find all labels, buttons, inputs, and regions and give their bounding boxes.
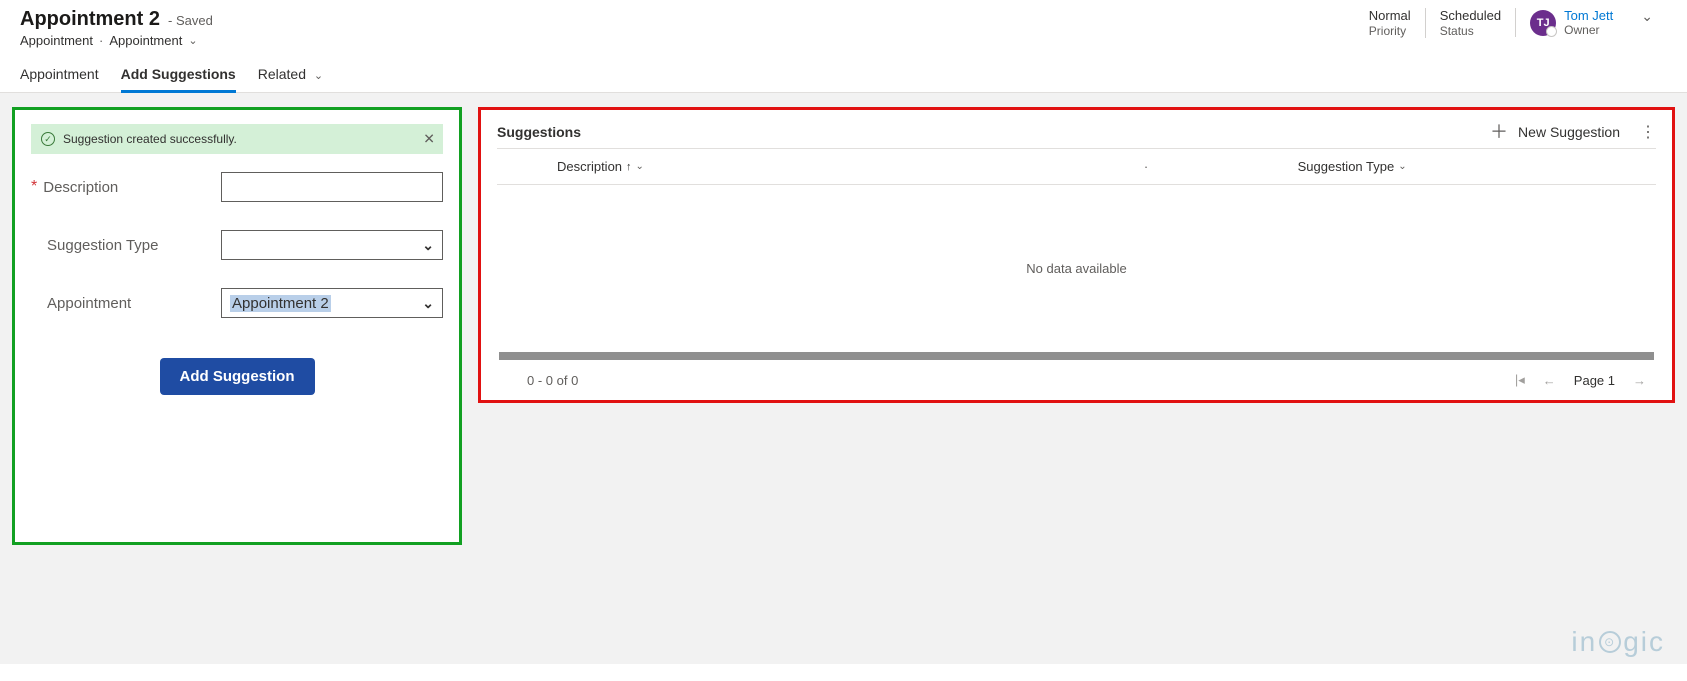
status-value: Scheduled (1440, 8, 1501, 23)
appointment-value: Appointment 2 (230, 295, 331, 312)
record-header: Appointment 2 - Saved Appointment · Appo… (0, 0, 1687, 48)
form-body: ✓ Suggestion created successfully. ✕ * D… (0, 93, 1687, 664)
success-notification: ✓ Suggestion created successfully. ✕ (31, 124, 443, 154)
column-separator: · (1134, 159, 1157, 174)
chevron-down-icon: ⌄ (422, 237, 434, 254)
col-suggestion-type-label: Suggestion Type (1298, 159, 1395, 174)
breadcrumb-entity: Appointment (20, 33, 93, 48)
header-right: Normal Priority Scheduled Status TJ Tom … (1355, 8, 1667, 38)
tab-related[interactable]: Related ⌄ (258, 66, 323, 92)
col-description[interactable]: Description ↑ ⌄ (497, 159, 1134, 174)
plus-icon: ＋ (1490, 123, 1508, 141)
grid-header-bar: Suggestions ＋ New Suggestion ⋮ (497, 122, 1656, 149)
check-circle-icon: ✓ (41, 132, 55, 146)
avatar: TJ (1530, 10, 1556, 36)
appointment-label: Appointment (47, 295, 131, 312)
empty-text: No data available (1026, 261, 1126, 276)
owner-label: Owner (1564, 23, 1613, 37)
record-range: 0 - 0 of 0 (527, 373, 578, 388)
description-input[interactable] (221, 172, 443, 202)
save-status: - Saved (168, 13, 213, 28)
breadcrumb-form: Appointment (109, 33, 182, 48)
first-page-icon[interactable]: |◂ (1515, 372, 1525, 388)
grid-empty-state: No data available (497, 185, 1656, 352)
record-title: Appointment 2 (20, 8, 160, 31)
success-text: Suggestion created successfully. (63, 132, 237, 146)
new-suggestion-label: New Suggestion (1518, 124, 1620, 140)
form-tabs: Appointment Add Suggestions Related ⌄ (0, 48, 1687, 93)
new-suggestion-button[interactable]: ＋ New Suggestion (1490, 123, 1620, 141)
priority-value: Normal (1369, 8, 1411, 23)
owner-name: Tom Jett (1564, 8, 1613, 23)
grid-footer: 0 - 0 of 0 |◂ ← Page 1 → (497, 368, 1656, 388)
breadcrumb-separator: · (99, 33, 103, 48)
tab-add-suggestions[interactable]: Add Suggestions (121, 66, 236, 92)
next-page-icon[interactable]: → (1633, 373, 1646, 388)
status-label: Status (1440, 24, 1501, 38)
breadcrumb[interactable]: Appointment · Appointment ⌄ (20, 33, 213, 48)
priority-field[interactable]: Normal Priority (1355, 8, 1425, 38)
suggestion-type-row: Suggestion Type ⌄ (31, 230, 443, 260)
chevron-down-icon: ⌄ (1398, 161, 1406, 172)
prev-page-icon[interactable]: ← (1543, 373, 1556, 388)
grid-title: Suggestions (497, 124, 581, 140)
col-description-label: Description (557, 159, 622, 174)
description-label: Description (43, 179, 118, 196)
header-expand-chevron[interactable]: ⌄ (1627, 8, 1667, 25)
paging-controls: |◂ ← Page 1 → (1515, 372, 1646, 388)
grid-column-headers: Description ↑ ⌄ · Suggestion Type ⌄ (497, 149, 1656, 185)
suggestion-form-panel: ✓ Suggestion created successfully. ✕ * D… (12, 107, 462, 545)
watermark-logo: in ⊙ gic (1571, 626, 1665, 658)
col-suggestion-type[interactable]: Suggestion Type ⌄ (1158, 159, 1656, 174)
page-number: Page 1 (1574, 373, 1615, 388)
appointment-select[interactable]: Appointment 2 ⌄ (221, 288, 443, 318)
tab-appointment[interactable]: Appointment (20, 66, 99, 92)
horizontal-scrollbar[interactable] (499, 352, 1654, 360)
suggestion-type-label: Suggestion Type (47, 237, 158, 254)
required-star-icon: * (31, 179, 37, 195)
suggestion-type-select[interactable]: ⌄ (221, 230, 443, 260)
watermark-o-icon: ⊙ (1599, 631, 1621, 653)
title-block: Appointment 2 - Saved Appointment · Appo… (20, 8, 213, 48)
add-suggestion-button[interactable]: Add Suggestion (160, 358, 315, 395)
suggestions-grid-panel: Suggestions ＋ New Suggestion ⋮ Descripti… (478, 107, 1675, 403)
appointment-row: Appointment Appointment 2 ⌄ (31, 288, 443, 318)
tab-related-label: Related (258, 66, 306, 82)
kebab-menu-icon[interactable]: ⋮ (1640, 122, 1656, 142)
owner-field[interactable]: TJ Tom Jett Owner (1515, 8, 1627, 37)
close-icon[interactable]: ✕ (423, 131, 435, 148)
description-row: * Description (31, 172, 443, 202)
priority-label: Priority (1369, 24, 1411, 38)
chevron-down-icon: ⌄ (422, 295, 434, 312)
status-field[interactable]: Scheduled Status (1425, 8, 1515, 38)
chevron-down-icon[interactable]: ⌄ (188, 34, 197, 47)
sort-asc-icon: ↑ (626, 161, 632, 173)
chevron-down-icon: ⌄ (636, 161, 644, 172)
chevron-down-icon: ⌄ (314, 70, 323, 82)
